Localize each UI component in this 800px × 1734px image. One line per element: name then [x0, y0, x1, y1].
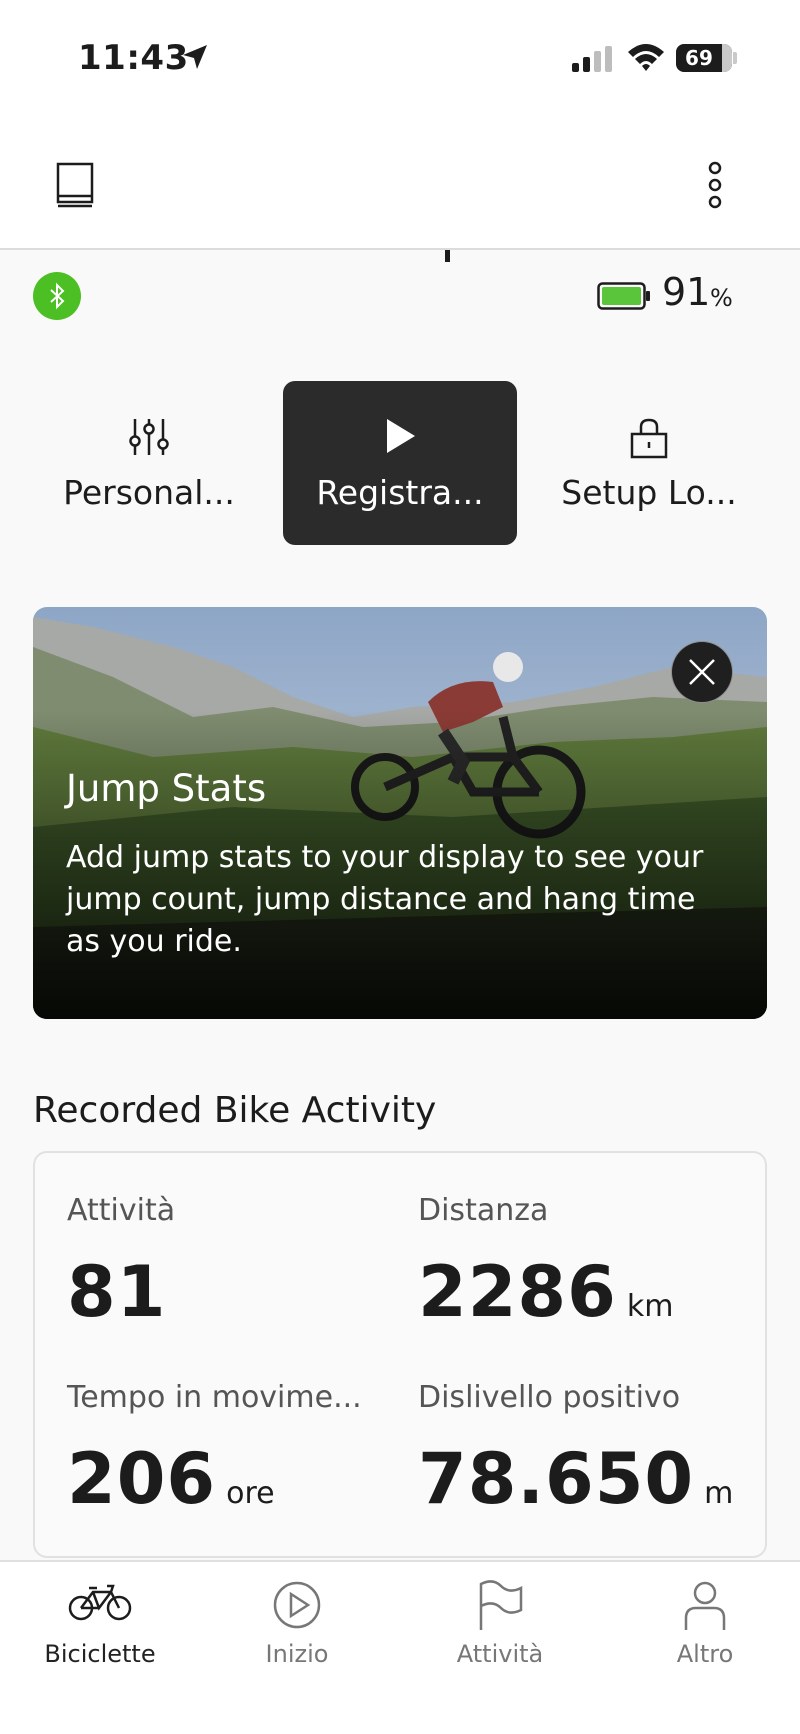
bike-icon — [68, 1584, 132, 1621]
close-icon — [689, 659, 715, 685]
record-label: Registra... — [316, 473, 484, 512]
stat-label-distance: Distanza — [418, 1193, 549, 1228]
status-bar: 11:43 69 — [0, 0, 800, 120]
tab-attivita-label: Attività — [456, 1640, 544, 1668]
system-battery-tip — [733, 52, 737, 64]
header-scroll-marker — [445, 250, 450, 262]
location-arrow-icon — [183, 45, 207, 69]
system-battery-level: 69 — [685, 46, 713, 70]
close-promo-button[interactable] — [671, 641, 733, 703]
stat-value-moving-time: 206 ore — [67, 1438, 275, 1520]
system-battery-indicator: 69 — [676, 44, 732, 72]
record-button[interactable]: Registra... — [283, 381, 517, 545]
tab-inizio[interactable]: Inizio — [197, 1562, 397, 1682]
stat-value-elevation-gain: 78.650 m — [418, 1438, 734, 1520]
lock-icon — [630, 418, 668, 459]
recorded-activity-title: Recorded Bike Activity — [33, 1090, 437, 1131]
setup-lock-label: Setup Lo... — [561, 473, 737, 512]
bike-battery-unit: % — [710, 284, 733, 312]
personalize-label: Personal... — [63, 473, 235, 512]
tab-biciclette[interactable]: Biciclette — [0, 1562, 200, 1682]
flag-icon — [479, 1580, 523, 1630]
cellular-signal-icon — [572, 46, 612, 72]
bluetooth-status-icon — [33, 272, 81, 320]
wifi-icon — [628, 44, 664, 71]
status-time: 11:43 — [78, 38, 189, 78]
stat-label-moving-time: Tempo in movime... — [67, 1380, 362, 1415]
tab-inizio-label: Inizio — [265, 1640, 329, 1668]
recorded-activity-card: Attività 81 Distanza 2286 km Tempo in mov… — [33, 1151, 767, 1558]
sliders-icon — [129, 419, 169, 455]
stat-label-elevation-gain: Dislivello positivo — [418, 1380, 681, 1415]
bike-battery-value: 91 — [662, 270, 711, 314]
stat-label-activities: Attività — [67, 1193, 176, 1228]
bike-battery-icon — [597, 282, 650, 310]
person-icon — [684, 1581, 726, 1630]
bluetooth-icon — [50, 282, 65, 310]
play-icon — [387, 419, 415, 453]
panel-icon[interactable] — [56, 162, 96, 208]
stat-value-activities: 81 — [67, 1251, 167, 1333]
promo-body: Add jump stats to your display to see yo… — [66, 840, 704, 959]
tab-altro-label: Altro — [676, 1640, 734, 1668]
app-header — [0, 120, 800, 250]
promo-title: Jump Stats — [66, 767, 267, 810]
more-vertical-icon[interactable] — [700, 160, 730, 210]
personalize-button[interactable]: Personal... — [32, 381, 266, 545]
play-circle-icon — [273, 1581, 321, 1629]
tab-biciclette-label: Biciclette — [44, 1640, 156, 1668]
tab-altro[interactable]: Altro — [605, 1562, 800, 1682]
stat-value-distance: 2286 km — [418, 1251, 674, 1333]
jump-stats-promo-card[interactable]: Jump Stats Add jump stats to your displa… — [33, 607, 767, 1019]
tab-attivita[interactable]: Attività — [400, 1562, 600, 1682]
bottom-tab-bar: Biciclette Inizio Attività Altro — [0, 1560, 800, 1734]
setup-lock-button[interactable]: Setup Lo... — [532, 381, 766, 545]
